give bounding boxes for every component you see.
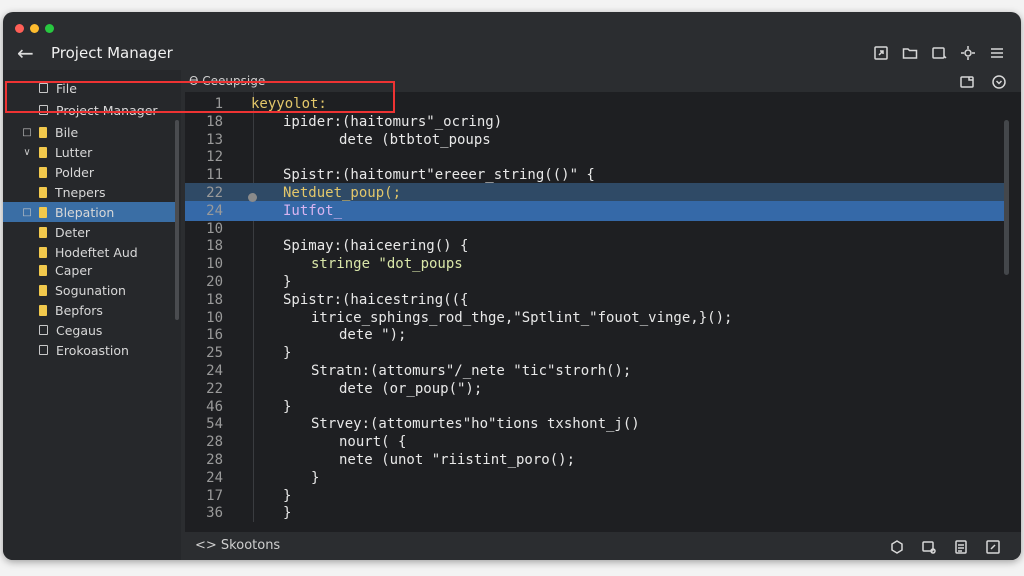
sidebar-item[interactable]: Cegaus xyxy=(3,320,171,340)
sidebar-item[interactable]: Polder xyxy=(3,162,171,182)
export-icon[interactable] xyxy=(871,43,891,63)
sidebar-item-label: Bile xyxy=(55,124,79,140)
editor-tab-icons xyxy=(957,72,1009,92)
sidebar-item-label: Erokoastion xyxy=(56,342,129,358)
window-controls xyxy=(15,24,54,33)
breakpoint-dot[interactable] xyxy=(248,193,257,202)
search-window-icon[interactable] xyxy=(919,537,939,557)
code-line[interactable]: 36} xyxy=(185,503,1005,523)
sidebar-item-label: Bepfors xyxy=(55,302,103,318)
document-icon[interactable] xyxy=(951,537,971,557)
line-number: 36 xyxy=(206,505,223,522)
sidebar-item[interactable]: Sogunation xyxy=(3,280,171,300)
minimize-window-button[interactable] xyxy=(30,24,39,33)
folder-icon xyxy=(39,264,47,276)
code-text: } xyxy=(283,505,292,522)
sidebar-item[interactable]: Bepfors xyxy=(3,300,171,320)
status-bar: <> Skootons xyxy=(185,532,1021,560)
selection-highlight-box xyxy=(5,81,395,113)
sidebar-item[interactable]: □ Bile xyxy=(3,122,171,142)
status-icons xyxy=(887,537,1003,557)
sidebar-item-label: Sogunation xyxy=(55,282,126,298)
app-window: ← Project Manager File Project Manager □ Bi… xyxy=(3,12,1021,560)
editor-scrollbar[interactable] xyxy=(1004,120,1009,275)
folder-icon xyxy=(39,246,47,258)
settings-icon[interactable] xyxy=(958,43,978,63)
close-window-button[interactable] xyxy=(15,24,24,33)
sidebar-item[interactable]: ∨ Lutter xyxy=(3,142,171,162)
resize-icon[interactable] xyxy=(983,537,1003,557)
folder-icon[interactable] xyxy=(900,43,920,63)
sidebar-item-label: Hodeftet Aud xyxy=(55,244,138,260)
tree-arrow-icon[interactable]: □ xyxy=(21,127,33,138)
title-toolbar xyxy=(871,43,1007,63)
chevron-down-circle-icon[interactable] xyxy=(989,72,1009,92)
sidebar-item-label: Polder xyxy=(55,164,94,180)
code-editor[interactable]: Ɵ Ceeupsige 1 keyyolot: 18 ipider:(haitomur… xyxy=(185,70,1021,560)
sidebar-item-label: Blepation xyxy=(55,204,115,220)
sidebar-item[interactable]: □ Blepation xyxy=(3,202,175,222)
maximize-window-button[interactable] xyxy=(45,24,54,33)
folder-icon xyxy=(39,304,47,316)
split-icon[interactable] xyxy=(957,72,977,92)
title-bar: ← Project Manager xyxy=(3,40,1021,70)
sidebar-item-label: Cegaus xyxy=(56,322,103,338)
sidebar-item-label: Caper xyxy=(55,262,93,278)
folder-icon xyxy=(39,146,47,158)
sidebar: File Project Manager □ Bile ∨ Lutter Polder Tne… xyxy=(3,70,181,560)
back-arrow-icon[interactable]: ← xyxy=(17,41,34,65)
window-icon[interactable] xyxy=(929,43,949,63)
sidebar-item[interactable]: Hodeftet Aud xyxy=(3,242,171,262)
sidebar-item-label: Lutter xyxy=(55,144,93,160)
folder-icon xyxy=(39,126,47,138)
folder-icon xyxy=(39,206,47,218)
app-title: Project Manager xyxy=(51,44,173,62)
tree-arrow-icon[interactable]: □ xyxy=(21,207,33,218)
sidebar-item-label: Deter xyxy=(55,224,91,240)
sidebar-scrollbar[interactable] xyxy=(175,120,179,320)
chevron-down-icon[interactable]: ∨ xyxy=(21,147,33,158)
sidebar-item[interactable]: Erokoastion xyxy=(3,340,171,360)
gear-icon[interactable] xyxy=(887,537,907,557)
sidebar-item[interactable]: Deter xyxy=(3,222,171,242)
sidebar-item[interactable]: Caper xyxy=(3,260,171,280)
sidebar-item-label: Tnepers xyxy=(55,184,106,200)
folder-icon xyxy=(39,166,47,178)
monitor-icon xyxy=(39,345,48,355)
folder-icon xyxy=(39,186,47,198)
folder-icon xyxy=(39,284,47,296)
status-label[interactable]: <> Skootons xyxy=(195,538,280,553)
doc-icon xyxy=(39,325,48,335)
sidebar-item[interactable]: Tnepers xyxy=(3,182,171,202)
folder-icon xyxy=(39,226,47,238)
status-label-text: Skootons xyxy=(220,538,281,553)
menu-icon[interactable] xyxy=(987,43,1007,63)
